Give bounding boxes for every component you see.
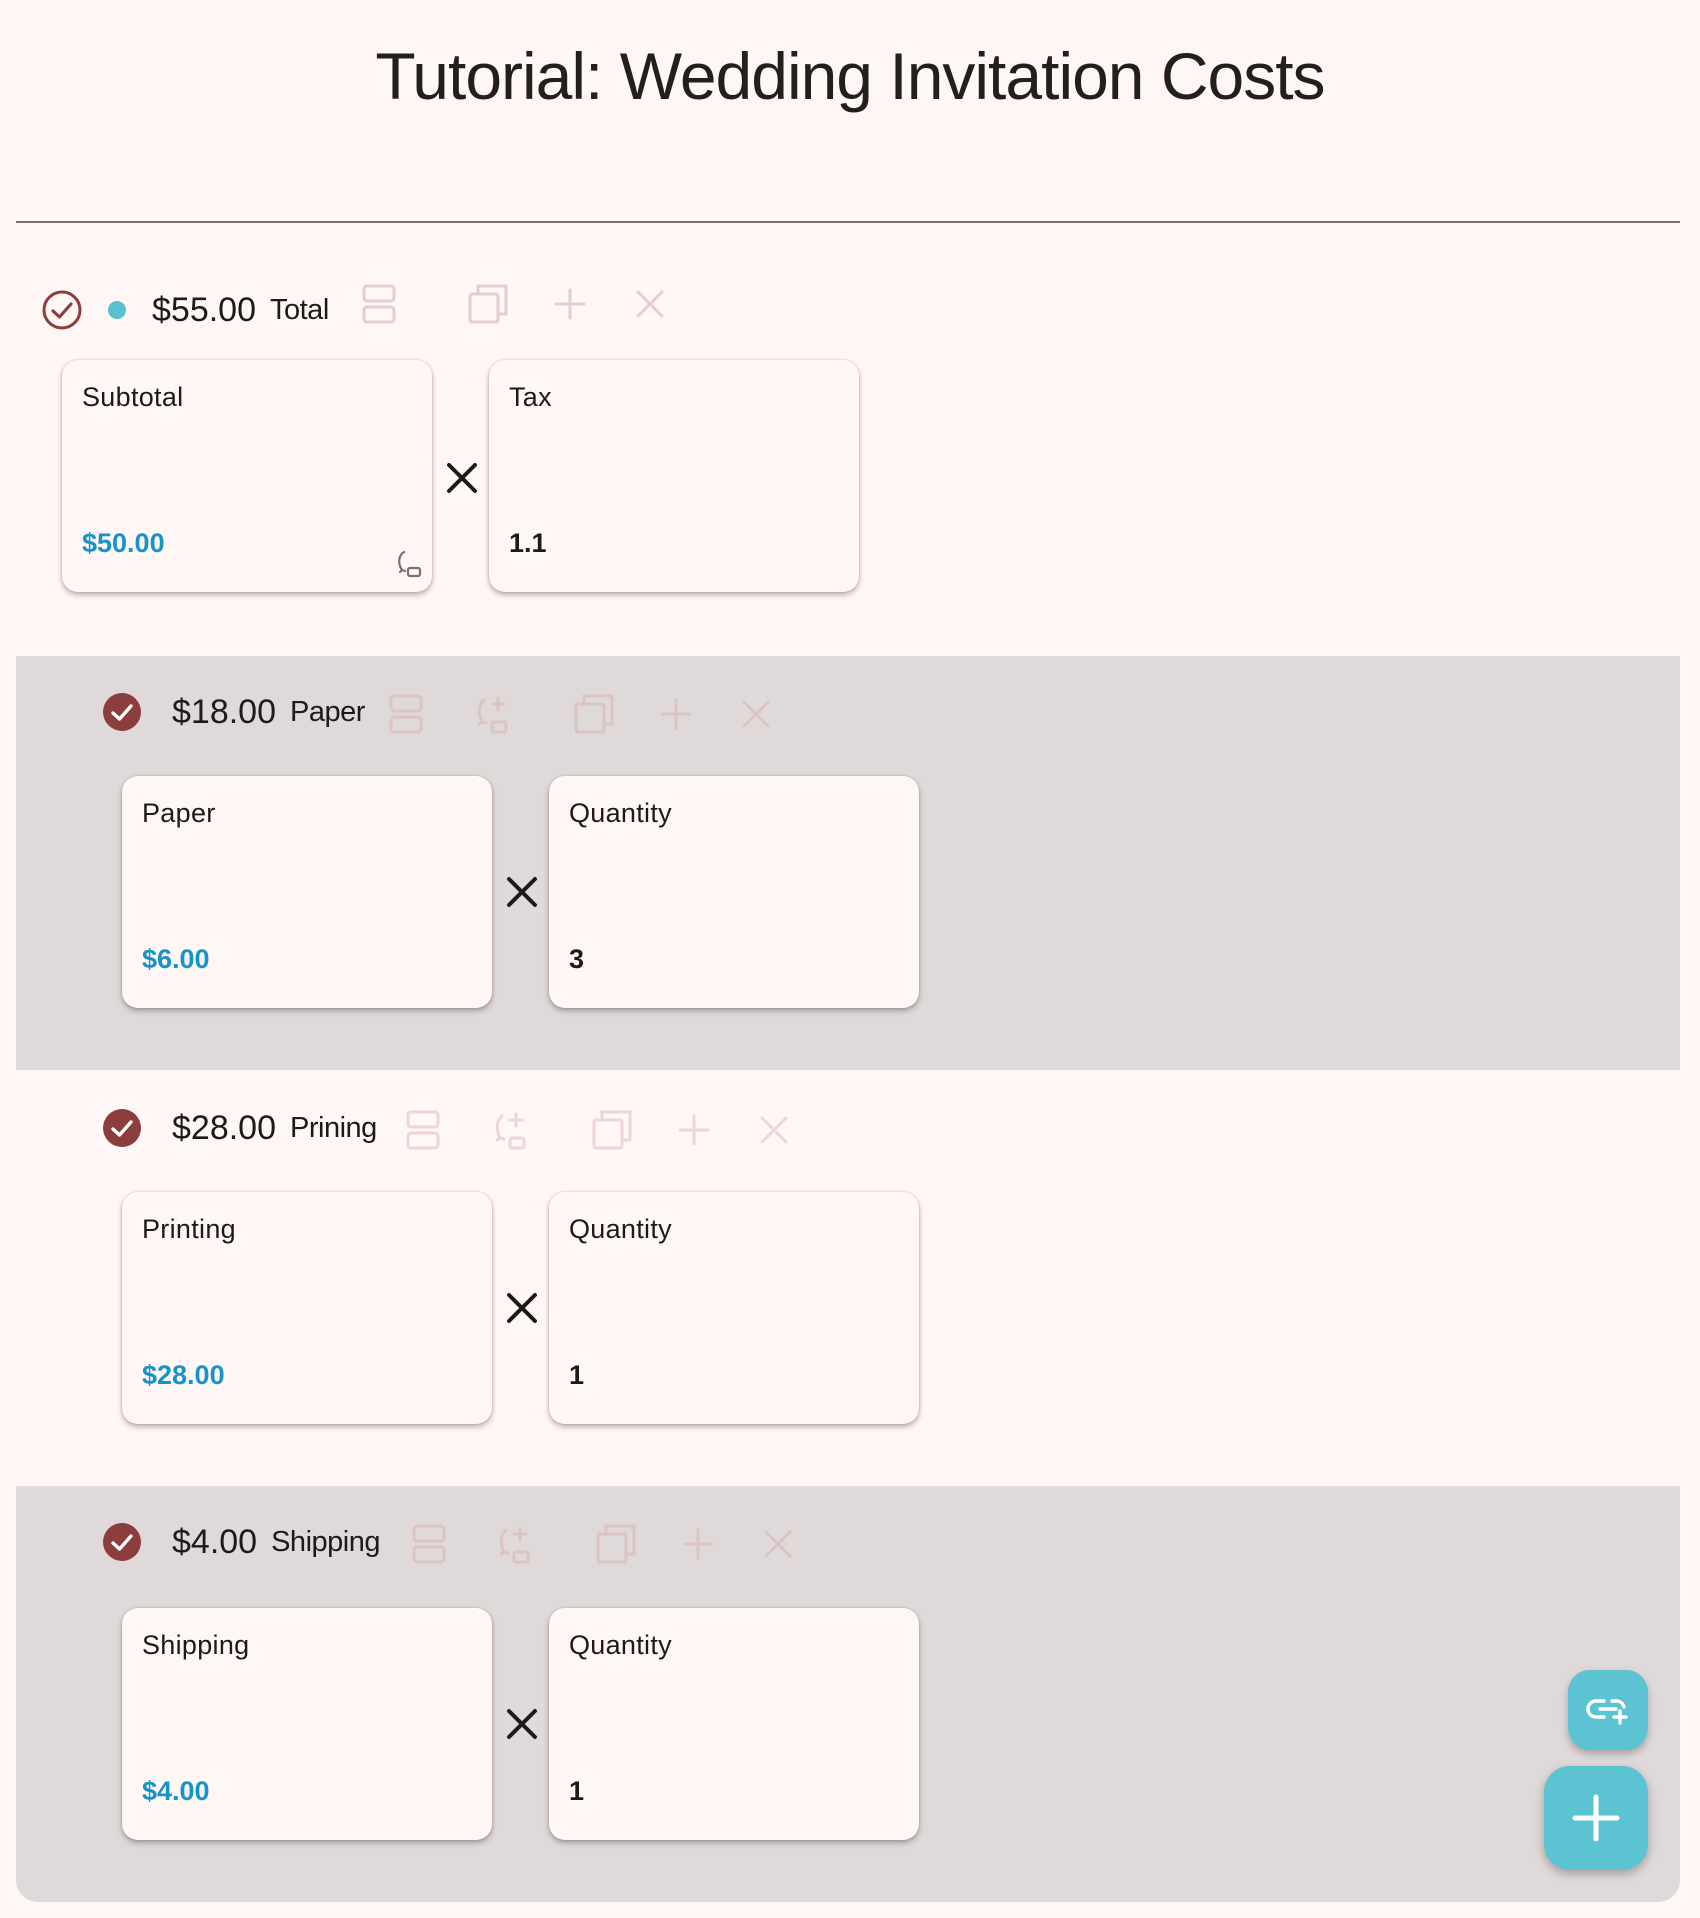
copy-icon[interactable] [590,1108,634,1152]
card-title: Printing [142,1214,236,1244]
close-icon[interactable] [752,1108,796,1152]
plus-icon [1571,1793,1621,1843]
copy-icon[interactable] [594,1522,638,1566]
check-circle-icon[interactable] [102,1522,142,1562]
times-icon [504,874,540,910]
plus-icon[interactable] [548,282,592,326]
page-title: Tutorial: Wedding Invitation Costs [375,39,1325,113]
item-header: $28.00 Prining [102,1088,377,1168]
copy-icon[interactable] [572,692,616,736]
item-section-shipping: $4.00 Shipping Shipping $4.00 Quantity 1 [16,1486,1680,1902]
card-title: Quantity [569,1630,672,1660]
check-circle-icon[interactable] [42,290,82,330]
split-icon[interactable] [358,282,402,326]
link-add-icon [1586,1695,1630,1725]
card-title: Paper [142,798,216,828]
split-icon[interactable] [402,1108,446,1152]
item-header: $18.00 Paper [102,672,365,752]
link-icon[interactable] [470,692,514,736]
times-icon [504,1290,540,1326]
split-icon[interactable] [385,692,429,736]
operand-card[interactable]: Quantity 1 [549,1192,919,1424]
item-amount: $55.00 [152,290,256,329]
operand-card[interactable]: Subtotal $50.00 [62,360,432,592]
operand-card[interactable]: Printing $28.00 [122,1192,492,1424]
item-label[interactable]: Prining [290,1112,377,1145]
check-circle-icon[interactable] [102,692,142,732]
check-circle-icon[interactable] [102,1108,142,1148]
item-amount: $28.00 [172,1108,276,1147]
card-value: $28.00 [142,1360,225,1390]
card-value: $4.00 [142,1776,210,1806]
card-value: 1 [569,1776,585,1806]
card-value: 3 [569,944,585,974]
plus-icon[interactable] [654,692,698,736]
link-icon[interactable] [492,1522,536,1566]
operand-card[interactable]: Quantity 1 [549,1608,919,1840]
times-icon [504,1706,540,1742]
operand-card[interactable]: Paper $6.00 [122,776,492,1008]
plus-icon[interactable] [672,1108,716,1152]
card-title: Quantity [569,1214,672,1244]
split-icon[interactable] [408,1522,452,1566]
item-section-total: $55.00 Total Subtotal $50.00 Tax 1.1 [16,248,1680,664]
title-divider [16,221,1680,223]
item-header: $4.00 Shipping [102,1502,380,1582]
close-icon[interactable] [734,692,778,736]
plus-icon[interactable] [676,1522,720,1566]
add-link-fab-button[interactable] [1568,1670,1648,1750]
card-value: 1.1 [509,528,547,558]
link-icon[interactable] [488,1108,532,1152]
item-section-printing: $28.00 Prining Printing $28.00 Quantity … [16,1070,1680,1486]
item-amount: $4.00 [172,1522,258,1561]
card-title: Subtotal [82,382,184,412]
active-indicator-dot-icon [108,301,126,319]
card-title: Shipping [142,1630,250,1660]
card-title: Tax [509,382,552,412]
item-header: $55.00 Total [42,270,329,350]
link-icon[interactable] [392,548,424,582]
card-value: 1 [569,1360,585,1390]
item-label[interactable]: Paper [290,696,365,729]
close-icon[interactable] [628,282,672,326]
card-value: $6.00 [142,944,210,974]
card-value: $50.00 [82,528,165,558]
operand-card[interactable]: Tax 1.1 [489,360,859,592]
operand-card[interactable]: Quantity 3 [549,776,919,1008]
close-icon[interactable] [756,1522,800,1566]
item-label[interactable]: Total [270,294,329,327]
item-section-paper: $18.00 Paper Paper $6.00 Quantity 3 [16,656,1680,1070]
item-label[interactable]: Shipping [271,1526,380,1559]
card-title: Quantity [569,798,672,828]
times-icon [444,460,480,496]
copy-icon[interactable] [466,282,510,326]
operand-card[interactable]: Shipping $4.00 [122,1608,492,1840]
add-item-fab-button[interactable] [1544,1766,1648,1870]
item-amount: $18.00 [172,692,276,731]
